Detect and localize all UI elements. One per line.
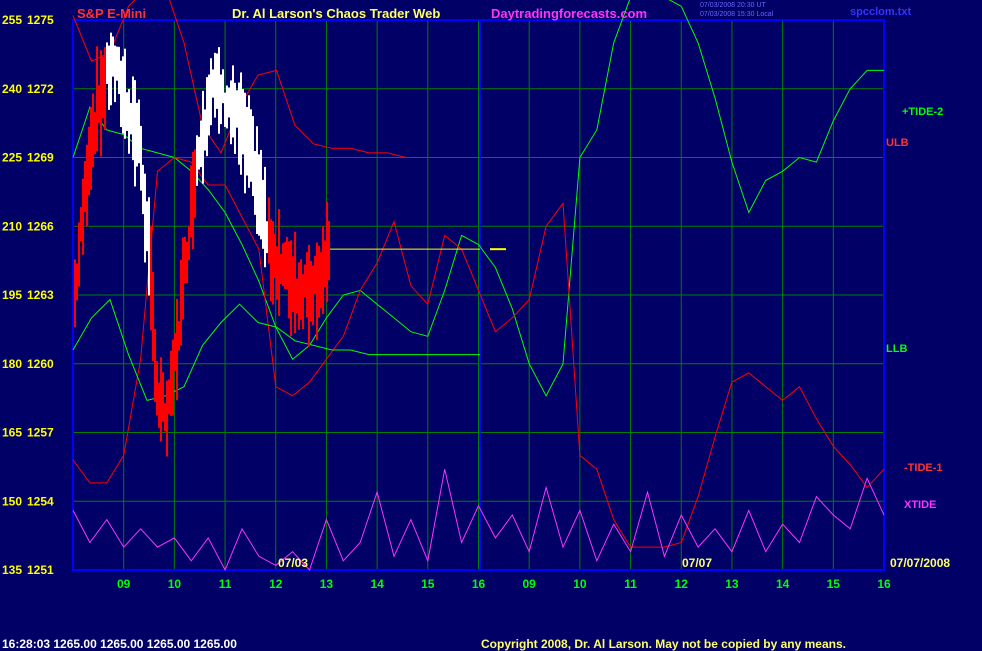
date-marker-2: 07/07 xyxy=(682,556,713,570)
label-tide2: +TIDE-2 xyxy=(902,106,944,118)
label-tide1: -TIDE-1 xyxy=(904,462,943,474)
y-tick-right: 1275 xyxy=(27,13,54,27)
x-tick-label: 09 xyxy=(117,577,131,591)
x-tick-label: 12 xyxy=(675,577,689,591)
x-tick-label: 12 xyxy=(269,577,283,591)
x-tick-label: 14 xyxy=(370,577,384,591)
y-tick-right: 1269 xyxy=(27,151,54,165)
y-tick-left: 225 xyxy=(2,151,22,165)
y-tick-right: 1272 xyxy=(27,82,54,96)
y-tick-right: 1263 xyxy=(27,288,54,302)
date-right: 07/07/2008 xyxy=(890,556,951,570)
x-tick-label: 10 xyxy=(573,577,587,591)
x-tick-label: 10 xyxy=(168,577,182,591)
chart-svg: 255 1275 240 1272 225 1269 210 1266 195 1263 180 12… xyxy=(2,0,891,591)
time-line-2: 07/03/2008 15:30 Local xyxy=(700,11,774,18)
label-ulb: ULB xyxy=(886,137,909,149)
y-tick-right: 1260 xyxy=(27,357,54,371)
x-tick-label: 16 xyxy=(472,577,486,591)
x-tick-label: 15 xyxy=(827,577,841,591)
y-tick-left: 195 xyxy=(2,288,22,302)
date-marker-1: 07/03 xyxy=(278,556,309,570)
x-tick-label: 13 xyxy=(725,577,739,591)
site-link[interactable]: Daytradingforecasts.com xyxy=(491,6,647,21)
y-tick-left: 135 xyxy=(2,563,22,577)
price-bars xyxy=(74,32,330,457)
y-tick-right: 1257 xyxy=(27,426,54,440)
x-tick-label: 14 xyxy=(776,577,790,591)
x-tick-label: 09 xyxy=(523,577,537,591)
y-tick-left: 210 xyxy=(2,219,22,233)
x-tick-label: 11 xyxy=(219,577,232,591)
data-filename: spcclom.txt xyxy=(850,6,912,18)
time-line-1: 07/03/2008 20:30 UT xyxy=(700,2,766,9)
y-tick-right: 1251 xyxy=(27,563,54,577)
series-line-llb xyxy=(72,298,480,401)
label-xtide: XTIDE xyxy=(904,499,937,511)
y-tick-left: 255 xyxy=(2,13,22,27)
y-tick-left: 180 xyxy=(2,357,22,371)
chart-title: Dr. Al Larson's Chaos Trader Web xyxy=(232,6,441,21)
y-tick-left: 150 xyxy=(2,494,22,508)
x-tick-label: 11 xyxy=(624,577,637,591)
y-tick-left: 165 xyxy=(2,426,22,440)
y-tick-right: 1266 xyxy=(27,219,54,233)
y-tick-right: 1254 xyxy=(27,494,54,508)
instrument-title: S&P E-Mini xyxy=(77,6,147,21)
x-tick-label: 16 xyxy=(877,577,891,591)
x-tick-label: 13 xyxy=(320,577,334,591)
y-tick-left: 240 xyxy=(2,82,22,96)
copyright: Copyright 2008, Dr. Al Larson. May not b… xyxy=(481,637,846,651)
label-llb: LLB xyxy=(886,343,908,355)
quote-readout: 16:28:03 1265.00 1265.00 1265.00 1265.00 xyxy=(2,637,237,651)
x-tick-label: 15 xyxy=(421,577,435,591)
